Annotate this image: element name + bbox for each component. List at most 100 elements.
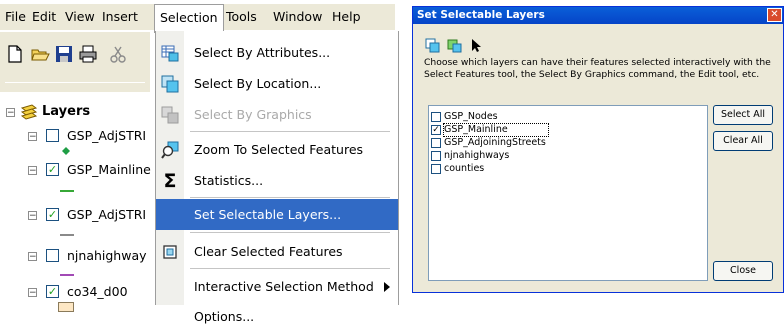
menu-item-label: Select By Attributes... <box>194 45 331 60</box>
list-item-label: GSP_AdjoiningStreets <box>444 137 546 148</box>
toc-root-label: Layers <box>42 104 91 119</box>
menu-item-label: Options... <box>194 309 255 324</box>
menu-separator <box>190 232 390 233</box>
menu-selection[interactable]: Selection <box>154 4 224 33</box>
fill-symbol <box>58 302 74 312</box>
submenu-arrow-icon <box>384 282 390 292</box>
layer-name: njnahighway <box>67 248 147 263</box>
menu-item-select-by-location[interactable]: Select By Location... <box>156 68 398 99</box>
menu-item-interactive-selection-method[interactable]: Interactive Selection Method <box>156 271 398 302</box>
layer-visibility-checkbox[interactable]: ✓ <box>46 208 59 221</box>
menu-edit[interactable]: Edit <box>27 4 61 30</box>
toc-layer[interactable]: − ✓ GSP_AdjSTRI <box>28 205 160 225</box>
layer-visibility-checkbox[interactable] <box>46 129 59 142</box>
list-item[interactable]: GSP_Nodes <box>430 111 706 123</box>
menu-item-statistics[interactable]: Σ Statistics... <box>156 165 398 196</box>
zoom-to-selected-icon <box>161 141 179 159</box>
menu-item-label: Select By Location... <box>194 76 322 91</box>
selection-menu: Select By Attributes... Select By Locati… <box>155 31 399 324</box>
select-by-attributes-icon <box>161 45 179 62</box>
selectable-checkbox[interactable] <box>431 112 441 122</box>
menu-item-label: Interactive Selection Method <box>194 279 374 294</box>
clear-selection-icon <box>163 245 177 259</box>
select-by-location-icon <box>161 75 179 93</box>
layer-visibility-checkbox[interactable]: ✓ <box>46 163 59 176</box>
menu-insert[interactable]: Insert <box>97 4 143 30</box>
list-item-label: GSP_Nodes <box>444 111 498 122</box>
toc-root-layers[interactable]: − Layers <box>6 102 156 122</box>
menu-item-zoom-to-selected[interactable]: Zoom To Selected Features <box>156 134 398 165</box>
selectable-checkbox[interactable] <box>431 151 441 161</box>
collapse-icon[interactable]: − <box>28 211 37 221</box>
menu-separator <box>190 268 390 269</box>
menu-separator <box>190 197 390 198</box>
cut-icon[interactable] <box>108 44 128 64</box>
selectable-checkbox[interactable]: ✓ <box>431 125 441 135</box>
collapse-icon[interactable]: − <box>28 252 37 262</box>
close-icon[interactable]: ✕ <box>767 8 782 22</box>
layer-name: GSP_AdjSTRI <box>67 128 147 143</box>
list-item-label: GSP_Mainline <box>443 123 549 137</box>
menu-bar: File Edit View Insert Selection Tools Wi… <box>0 4 395 33</box>
collapse-icon[interactable]: − <box>28 288 37 298</box>
toolbar-divider <box>5 82 145 83</box>
menu-item-label: Set Selectable Layers... <box>194 207 342 222</box>
layers-icon <box>20 104 38 120</box>
menu-item-label: Statistics... <box>194 173 264 188</box>
line-symbol <box>60 234 74 236</box>
select-by-graphics-icon <box>161 106 179 124</box>
clear-all-button[interactable]: Clear All <box>713 131 773 151</box>
select-features-tool-icon <box>425 38 440 53</box>
menu-item-clear-selected-features[interactable]: Clear Selected Features <box>156 236 398 267</box>
toc-layer[interactable]: − njnahighway <box>28 246 160 266</box>
list-item[interactable]: njnahighways <box>430 150 706 162</box>
standard-toolbar <box>0 32 150 92</box>
select-all-button[interactable]: Select All <box>713 105 773 125</box>
menu-item-set-selectable-layers[interactable]: Set Selectable Layers... <box>156 199 398 230</box>
selectable-checkbox[interactable] <box>431 164 441 174</box>
menu-tools[interactable]: Tools <box>221 4 262 30</box>
collapse-icon[interactable]: − <box>6 108 15 118</box>
dialog-title: Set Selectable Layers <box>417 9 545 21</box>
menu-item-label: Clear Selected Features <box>194 244 343 259</box>
open-folder-icon[interactable] <box>30 44 50 64</box>
menu-item-select-by-graphics[interactable]: Select By Graphics <box>156 99 398 130</box>
toc-layer[interactable]: − GSP_AdjSTRI <box>28 126 160 146</box>
print-icon[interactable] <box>78 44 98 64</box>
dialog-title-bar[interactable]: Set Selectable Layers ✕ <box>413 7 783 24</box>
collapse-icon[interactable]: − <box>28 166 37 176</box>
selectable-checkbox[interactable] <box>431 138 441 148</box>
layer-visibility-checkbox[interactable] <box>46 249 59 262</box>
point-symbol-icon <box>62 147 70 155</box>
edit-tool-arrow-icon <box>472 39 481 52</box>
arcmap-window: File Edit View Insert Selection Tools Wi… <box>0 0 399 324</box>
layer-name: co34_d00 <box>67 284 128 299</box>
menu-item-label: Select By Graphics <box>194 107 312 122</box>
table-of-contents: − Layers − GSP_AdjSTRI − ✓ GSP_Mainline <box>0 92 160 312</box>
menu-item-label: Zoom To Selected Features <box>194 142 364 157</box>
layer-visibility-checkbox[interactable]: ✓ <box>46 285 59 298</box>
list-item-label: counties <box>444 163 485 174</box>
list-item[interactable]: counties <box>430 163 706 175</box>
menu-help[interactable]: Help <box>327 4 366 30</box>
toc-layer[interactable]: − ✓ co34_d00 <box>28 282 160 302</box>
list-item[interactable]: ✓ GSP_Mainline <box>430 123 706 137</box>
menu-view[interactable]: View <box>60 4 100 30</box>
collapse-icon[interactable]: − <box>28 132 37 142</box>
selectable-layers-list[interactable]: GSP_Nodes ✓ GSP_Mainline GSP_AdjoiningSt… <box>428 105 708 281</box>
menu-item-select-by-attributes[interactable]: Select By Attributes... <box>156 37 398 68</box>
sigma-icon: Σ <box>163 170 177 192</box>
menu-window[interactable]: Window <box>268 4 327 30</box>
list-item-label: njnahighways <box>444 150 510 161</box>
dialog-description: Choose which layers can have their featu… <box>424 57 771 80</box>
list-item[interactable]: GSP_AdjoiningStreets <box>430 137 706 149</box>
line-symbol <box>60 190 74 192</box>
select-by-graphics-tool-icon <box>447 39 462 53</box>
toc-layer[interactable]: − ✓ GSP_Mainline <box>28 160 160 180</box>
set-selectable-layers-dialog: Set Selectable Layers ✕ Choose which lay… <box>412 6 784 293</box>
new-document-icon[interactable] <box>5 44 25 64</box>
layer-name: GSP_AdjSTRI <box>67 207 147 222</box>
menu-separator <box>190 131 390 132</box>
close-button[interactable]: Close <box>713 261 773 281</box>
save-icon[interactable] <box>54 44 74 64</box>
